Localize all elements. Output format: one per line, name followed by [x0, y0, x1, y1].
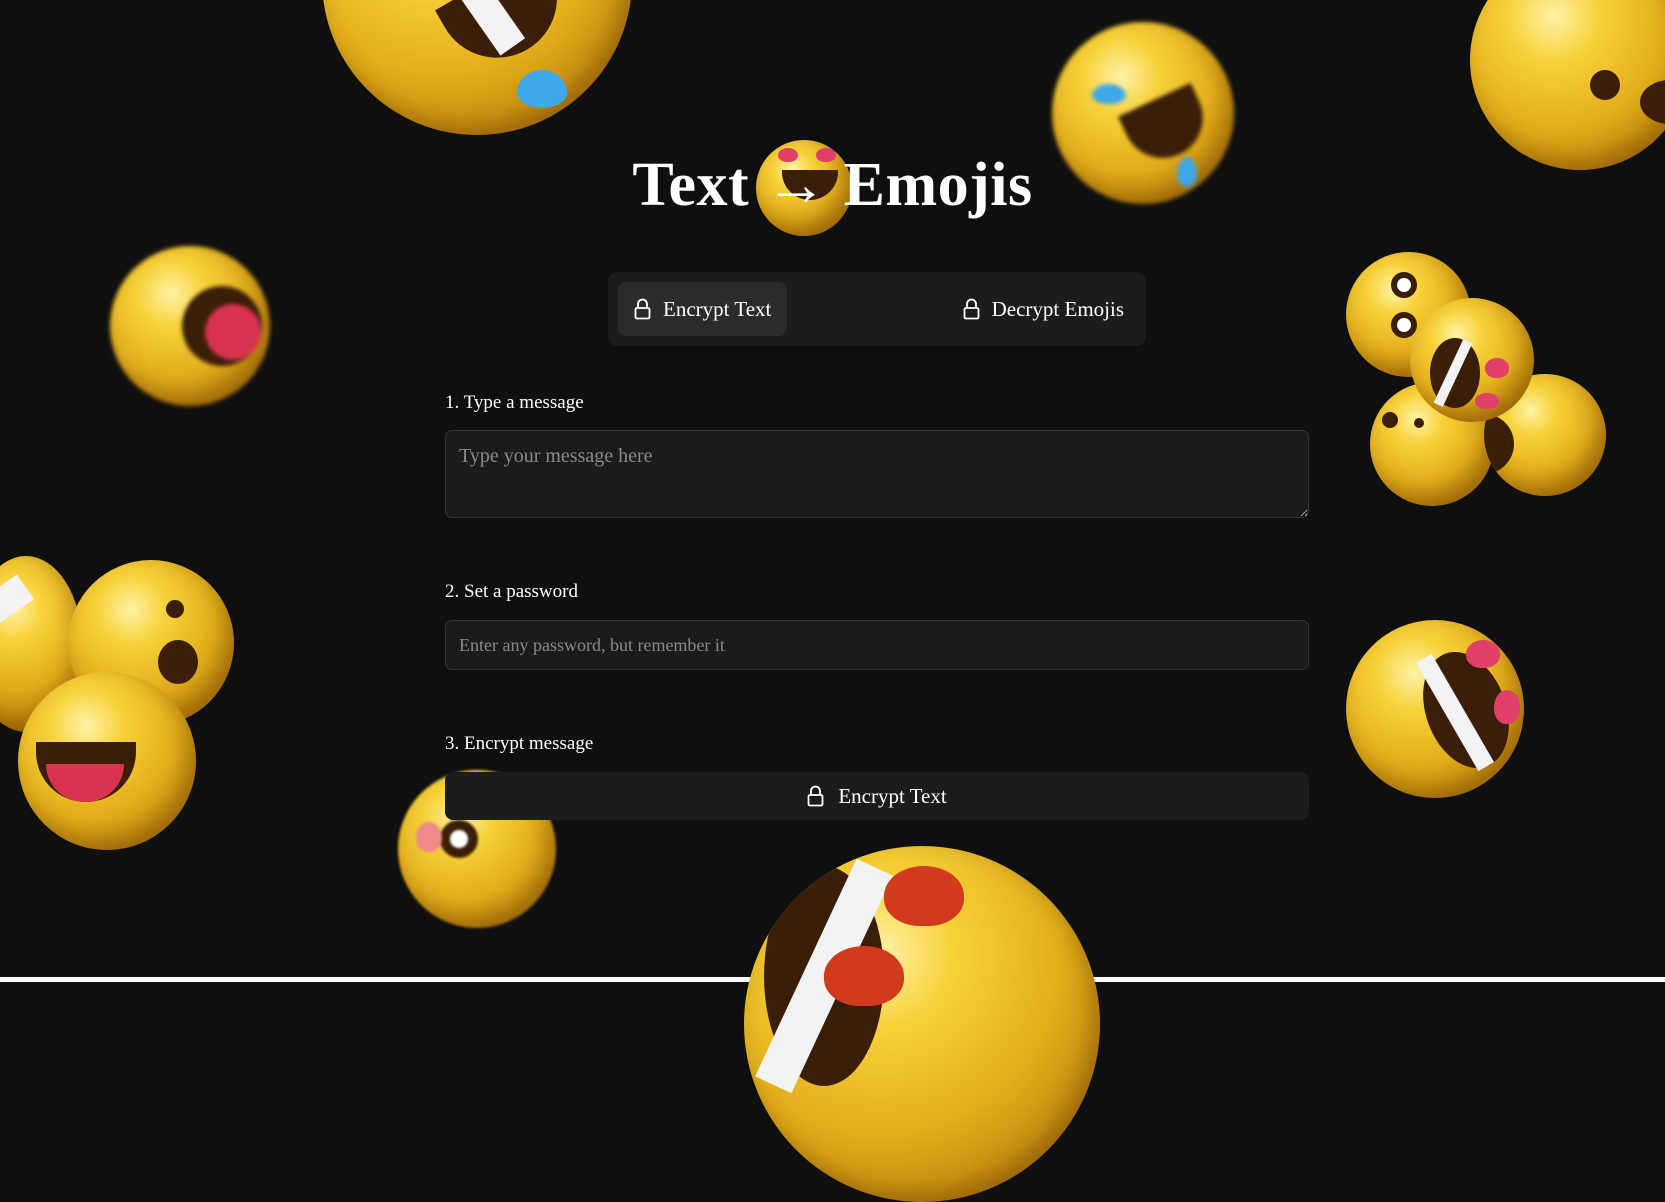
lock-icon [963, 298, 980, 320]
step1-label: 1. Type a message [445, 392, 584, 413]
tab-encrypt-text[interactable]: Encrypt Text [618, 282, 788, 336]
mode-tabs: Encrypt Text Decrypt Emojis [608, 272, 1146, 346]
password-input[interactable] [445, 620, 1309, 670]
tab-decrypt-emojis-label: Decrypt Emojis [991, 296, 1124, 321]
encrypt-button-label: Encrypt Text [838, 783, 947, 808]
squinting-laughing-emoji-left [18, 672, 196, 850]
tab-encrypt-text-label: Encrypt Text [663, 296, 772, 321]
lock-icon [634, 298, 651, 320]
surprised-emoji-top-right [1470, 0, 1665, 170]
laughing-emoji-top-left [322, 0, 632, 135]
heart-laughing-emoji-right-lower [1346, 620, 1524, 798]
heart-laughing-emoji-right [1410, 298, 1534, 422]
message-input[interactable] [445, 430, 1309, 518]
encrypt-button[interactable]: Encrypt Text [445, 772, 1309, 820]
step2-label: 2. Set a password [445, 581, 578, 602]
heart-eyes-emoji-bottom [744, 846, 1100, 1202]
winking-tongue-emoji-left [110, 246, 270, 406]
page-title: Text → Emojis [632, 151, 1033, 219]
lock-icon [807, 785, 824, 807]
step3-label: 3. Encrypt message [445, 733, 594, 754]
tab-decrypt-emojis[interactable]: Decrypt Emojis [947, 282, 1140, 336]
